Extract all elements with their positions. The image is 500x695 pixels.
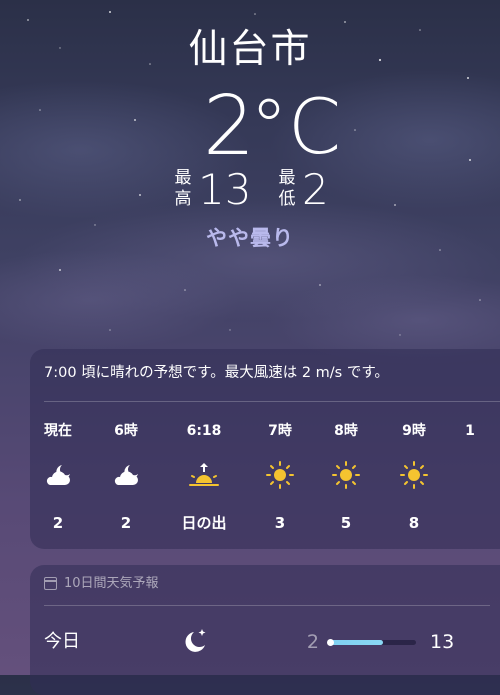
current-temperature: 2 °C: [0, 82, 500, 172]
high-label: 最高: [174, 168, 192, 209]
sunrise-label: 日の出: [181, 514, 227, 532]
divider: [44, 605, 490, 606]
temperature-value: 2: [203, 79, 256, 174]
sunrise-icon: [189, 463, 219, 486]
sun-icon: [400, 461, 428, 489]
day-label: 今日: [44, 631, 80, 652]
sun-icon: [266, 461, 294, 489]
day-high-temperature: 13: [430, 631, 455, 653]
partly-cloudy-night-icon: [46, 465, 70, 485]
hour-label: 6時: [114, 423, 138, 439]
temperature-unit: °C: [250, 82, 342, 171]
low-label: 最低: [278, 168, 296, 209]
city-name: 仙台市: [188, 27, 312, 72]
partly-cloudy-night-icon: [114, 465, 138, 485]
hour-label: 9時: [402, 423, 426, 439]
temperature-range-fill: [330, 640, 384, 645]
sun-icon: [332, 461, 360, 489]
divider: [44, 401, 500, 402]
high-temperature: 最高 13: [172, 165, 262, 216]
ten-day-forecast-panel[interactable]: 10日間天気予報 今日 2 13: [30, 565, 500, 695]
hour-temperature: 5: [340, 514, 352, 532]
hour-label: 7時: [268, 423, 292, 439]
hour-label: 6:18: [186, 423, 222, 439]
high-value: 13: [198, 165, 252, 214]
hour-temperature: 2: [52, 514, 64, 532]
temperature-range-bar: [327, 639, 416, 646]
hour-label: 8時: [334, 423, 358, 439]
current-temperature-dot: [327, 639, 334, 646]
hour-temperature: 8: [408, 514, 420, 532]
weather-condition: やや曇り: [206, 226, 294, 250]
hour-temperature: 2: [120, 514, 132, 532]
hour-label: 1: [465, 423, 475, 439]
low-temperature: 最低 2: [276, 165, 356, 216]
day-low-temperature: 2: [306, 631, 319, 653]
hour-label: 現在: [44, 423, 72, 439]
low-value: 2: [302, 165, 329, 214]
calendar-icon: [44, 577, 57, 590]
moon-stars-icon: [185, 629, 206, 652]
hour-temperature: 3: [274, 514, 286, 532]
daily-row-today[interactable]: 今日 2 13: [30, 622, 500, 662]
ten-day-header-label: 10日間天気予報: [64, 576, 159, 591]
forecast-summary: 7:00 頃に晴れの予想です。最大風速は 2 m/s です。: [44, 365, 389, 381]
hourly-forecast-panel[interactable]: 7:00 頃に晴れの予想です。最大風速は 2 m/s です。 現在 2 6時 2…: [30, 349, 500, 549]
